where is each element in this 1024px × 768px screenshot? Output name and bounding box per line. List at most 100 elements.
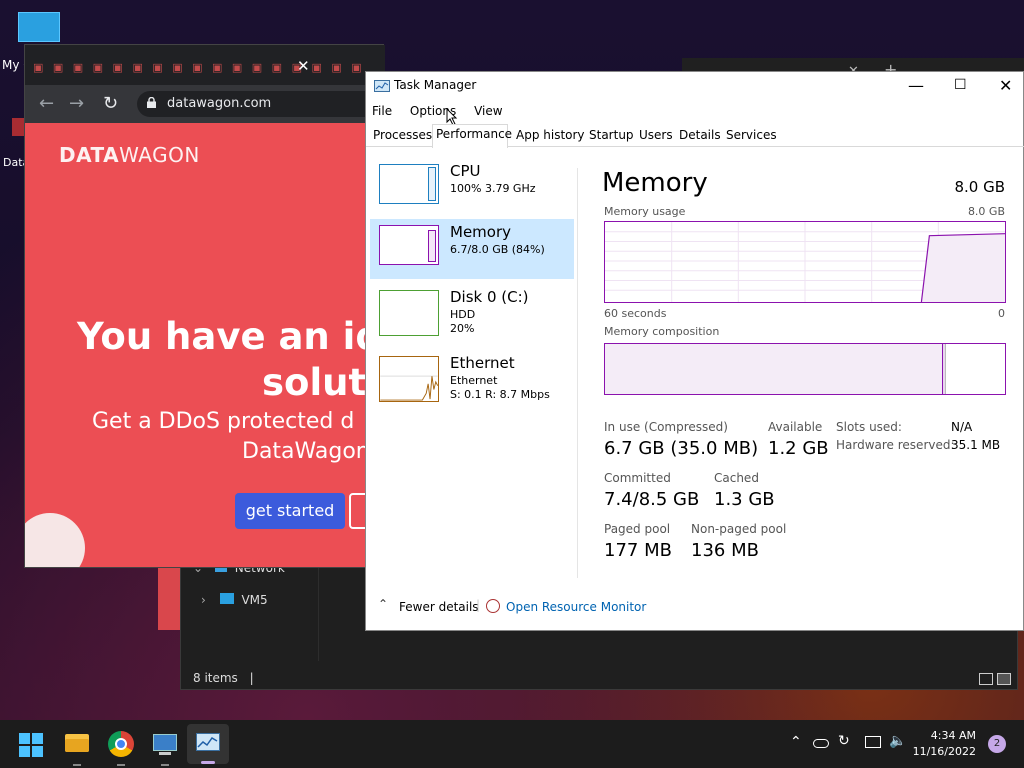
- slots-label: Slots used:: [836, 420, 902, 434]
- browser-toolbar: ← → ↻ datawagon.com: [25, 85, 385, 123]
- file-explorer-icon[interactable]: [63, 730, 91, 766]
- available-label: Available: [768, 420, 823, 434]
- close-icon[interactable]: ✕: [999, 76, 1012, 95]
- committed-label: Committed: [604, 471, 671, 485]
- ethernet-thumbnail: [379, 356, 439, 402]
- website-content: DATAWAGON You have an ide soluti Get a D…: [25, 123, 365, 567]
- address-bar[interactable]: datawagon.com: [137, 91, 385, 117]
- open-resource-monitor-link[interactable]: Open Resource Monitor: [506, 600, 646, 614]
- memory-usage-graph: [604, 221, 1006, 303]
- memory-composition-bar: [604, 343, 1006, 395]
- modified-segment: [943, 344, 946, 394]
- tree-item-vm5[interactable]: › VM5: [201, 593, 268, 607]
- menu-file[interactable]: File: [372, 104, 392, 118]
- task-manager-window[interactable]: Task Manager — ☐ ✕ File Options View Pro…: [365, 71, 1024, 631]
- reload-icon[interactable]: ↻: [103, 93, 118, 114]
- clock-date: 11/16/2022: [912, 745, 976, 758]
- committed-value: 7.4/8.5 GB: [604, 489, 700, 510]
- sync-icon[interactable]: ↻: [838, 733, 850, 749]
- hero-subheading: Get a DDoS protected d: [92, 409, 355, 434]
- url-text: datawagon.com: [167, 96, 272, 111]
- close-tab-icon[interactable]: ✕: [297, 57, 310, 75]
- tree-item-label: VM5: [241, 593, 268, 607]
- start-icon[interactable]: [19, 733, 43, 757]
- resource-disk[interactable]: Disk 0 (C:) HDD 20%: [370, 284, 574, 344]
- tab-details[interactable]: Details: [679, 128, 721, 142]
- hw-reserved-label: Hardware reserved:: [836, 438, 955, 452]
- tab-app-history[interactable]: App history: [516, 128, 585, 142]
- chrome-browser-window[interactable]: ▣ ▣ ▣ ▣ ▣ ▣ ▣ ▣ ▣ ▣ ▣ ▣ ▣ ▣ ▣ ▣ ▣ ✕ ← → …: [24, 44, 385, 568]
- menu-view[interactable]: View: [474, 104, 502, 118]
- menu-bar: File Options View: [372, 104, 517, 118]
- tab-bar: Processes Performance App history Startu…: [366, 124, 1024, 148]
- browser-tab-strip[interactable]: ▣ ▣ ▣ ▣ ▣ ▣ ▣ ▣ ▣ ▣ ▣ ▣ ▣ ▣ ▣ ▣ ▣ ✕: [25, 45, 385, 85]
- slots-value: N/A: [951, 420, 973, 434]
- disk-thumbnail: [379, 290, 439, 336]
- tab-users[interactable]: Users: [639, 128, 673, 142]
- resource-detail: HDD: [450, 308, 476, 321]
- resource-name: Ethernet: [450, 354, 515, 372]
- resource-monitor-icon: [486, 599, 500, 613]
- fewer-details-link[interactable]: Fewer details: [399, 600, 479, 614]
- chevron-up-icon[interactable]: ⌃: [790, 734, 802, 750]
- details-view-icon[interactable]: [979, 673, 993, 685]
- logo-bold: DATA: [59, 143, 120, 167]
- resource-name: CPU: [450, 162, 481, 180]
- item-count: 8 items: [193, 671, 238, 685]
- cached-value: 1.3 GB: [714, 489, 775, 510]
- resource-detail: 20%: [450, 322, 475, 335]
- memory-thumbnail: [379, 225, 439, 265]
- get-started-button[interactable]: get started: [235, 493, 345, 529]
- task-manager-icon: [374, 80, 390, 92]
- window-title: Task Manager: [394, 78, 477, 92]
- chevron-right-icon: ›: [201, 593, 206, 607]
- cpu-thumbnail: [379, 164, 439, 204]
- available-value: 1.2 GB: [768, 438, 829, 459]
- resource-memory[interactable]: Memory 6.7/8.0 GB (84%): [370, 219, 574, 279]
- tab-startup[interactable]: Startup: [589, 128, 634, 142]
- notification-badge[interactable]: 2: [988, 735, 1006, 753]
- minimize-icon[interactable]: —: [908, 76, 924, 95]
- total-memory: 8.0 GB: [954, 178, 1005, 196]
- hero-heading-line2: soluti: [262, 361, 365, 404]
- maximize-icon[interactable]: ☐: [954, 77, 967, 93]
- usage-label: Memory usage: [604, 205, 686, 218]
- detail-title: Memory: [602, 168, 708, 198]
- nonpaged-pool-value: 136 MB: [691, 540, 759, 561]
- forward-icon[interactable]: →: [69, 93, 84, 114]
- remote-desktop-icon[interactable]: [151, 730, 179, 766]
- chrome-icon[interactable]: [107, 730, 135, 766]
- decorative-cloud: [25, 513, 85, 567]
- network-icon[interactable]: [865, 736, 881, 748]
- resource-detail: 100% 3.79 GHz: [450, 182, 536, 195]
- resource-name: Memory: [450, 223, 512, 241]
- tab-favicons[interactable]: ▣ ▣ ▣ ▣ ▣ ▣ ▣ ▣ ▣ ▣ ▣ ▣ ▣ ▣ ▣ ▣ ▣: [33, 61, 365, 74]
- system-clock[interactable]: 4:34 AM 11/16/2022: [913, 728, 976, 760]
- resource-ethernet[interactable]: Ethernet Ethernet S: 0.1 R: 8.7 Mbps: [370, 350, 574, 410]
- task-manager-taskbar-button[interactable]: [187, 724, 229, 764]
- tab-processes[interactable]: Processes: [373, 128, 432, 142]
- tab-services[interactable]: Services: [726, 128, 777, 142]
- lock-icon: [147, 97, 156, 108]
- resource-cpu[interactable]: CPU 100% 3.79 GHz: [370, 158, 574, 218]
- site-logo[interactable]: DATAWAGON: [59, 143, 200, 167]
- chevron-up-icon[interactable]: ⌃: [378, 597, 388, 611]
- paged-pool-label: Paged pool: [604, 522, 671, 536]
- taskbar: ⌃ ↻ 🔈 4:34 AM 11/16/2022 2: [0, 720, 1024, 768]
- volume-icon[interactable]: 🔈: [889, 733, 906, 749]
- pane-divider: [577, 168, 578, 578]
- resource-detail: S: 0.1 R: 8.7 Mbps: [450, 388, 550, 401]
- graph-time-right: 0: [998, 307, 1005, 320]
- resource-list: CPU 100% 3.79 GHz Memory 6.7/8.0 GB (84%…: [366, 148, 578, 580]
- resource-detail: Ethernet: [450, 374, 498, 387]
- cached-label: Cached: [714, 471, 759, 485]
- monitor-icon: [18, 12, 60, 42]
- secondary-cta-button[interactable]: [349, 493, 365, 529]
- back-icon[interactable]: ←: [39, 93, 54, 114]
- onedrive-icon[interactable]: [813, 739, 829, 748]
- paged-pool-value: 177 MB: [604, 540, 672, 561]
- tab-performance[interactable]: Performance: [436, 127, 512, 141]
- explorer-status-bar: 8 items |: [193, 671, 254, 685]
- composition-label: Memory composition: [604, 325, 720, 338]
- tiles-view-icon[interactable]: [997, 673, 1011, 685]
